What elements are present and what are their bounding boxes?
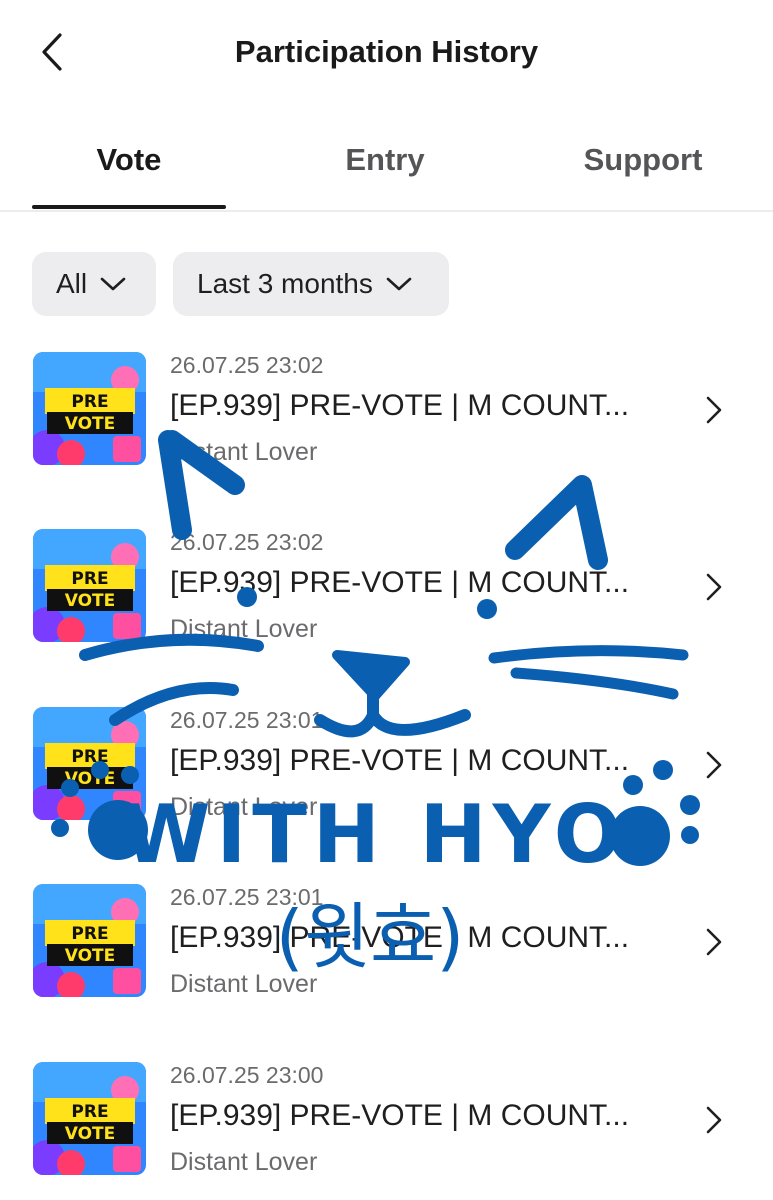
svg-text:VOTE: VOTE xyxy=(65,414,116,434)
item-subtitle: Distant Lover xyxy=(170,615,318,643)
chevron-right-icon xyxy=(700,749,728,781)
svg-text:PRE: PRE xyxy=(71,924,108,944)
chevron-right-icon xyxy=(700,571,728,603)
list-item[interactable]: PRE VOTE 26.07.25 23:02 [EP.939] PRE-VOT… xyxy=(0,507,773,657)
svg-text:VOTE: VOTE xyxy=(65,591,116,611)
list-item[interactable]: PRE VOTE 26.07.25 23:00 [EP.939] PRE-VOT… xyxy=(0,1040,773,1190)
chevron-down-icon xyxy=(385,275,413,293)
app-header: Participation History xyxy=(0,0,773,110)
active-tab-indicator xyxy=(32,205,226,209)
category-filter-label: All xyxy=(56,268,88,299)
chevron-down-icon xyxy=(99,275,127,293)
prevote-thumbnail: PRE VOTE xyxy=(33,1062,146,1175)
item-title: [EP.939] PRE-VOTE | M COUNT... xyxy=(170,744,630,777)
tab-entry[interactable]: Entry xyxy=(288,138,482,198)
list-item[interactable]: PRE VOTE 26.07.25 23:01 [EP.939] PRE-VOT… xyxy=(0,862,773,1012)
svg-text:PRE: PRE xyxy=(71,569,108,589)
item-date: 26.07.25 23:02 xyxy=(170,529,324,555)
svg-text:PRE: PRE xyxy=(71,1102,108,1122)
list-item[interactable]: PRE VOTE 26.07.25 23:02 [EP.939] PRE-VOT… xyxy=(0,330,773,480)
item-date: 26.07.25 23:01 xyxy=(170,884,324,910)
item-date: 26.07.25 23:02 xyxy=(170,352,324,378)
item-title: [EP.939] PRE-VOTE | M COUNT... xyxy=(170,389,630,422)
prevote-thumbnail: PRE VOTE xyxy=(33,707,146,820)
item-subtitle: Distant Lover xyxy=(170,1148,318,1176)
svg-text:VOTE: VOTE xyxy=(65,769,116,789)
item-date: 26.07.25 23:00 xyxy=(170,1062,324,1088)
item-title: [EP.939] PRE-VOTE | M COUNT... xyxy=(170,1099,630,1132)
chevron-right-icon xyxy=(700,1104,728,1136)
list-item[interactable]: PRE VOTE 26.07.25 23:01 [EP.939] PRE-VOT… xyxy=(0,685,773,835)
item-title: [EP.939] PRE-VOTE | M COUNT... xyxy=(170,921,630,954)
tab-support[interactable]: Support xyxy=(545,138,741,198)
item-subtitle: Distant Lover xyxy=(170,793,318,821)
period-filter-label: Last 3 months xyxy=(197,268,373,299)
chevron-right-icon xyxy=(700,926,728,958)
prevote-thumbnail: PRE VOTE xyxy=(33,352,146,465)
prevote-thumbnail: PRE VOTE xyxy=(33,529,146,642)
svg-text:VOTE: VOTE xyxy=(65,946,116,966)
period-filter-dropdown[interactable]: Last 3 months xyxy=(173,252,449,316)
tab-bar: Vote Entry Support xyxy=(0,128,773,212)
svg-text:VOTE: VOTE xyxy=(65,1124,116,1144)
prevote-thumbnail: PRE VOTE xyxy=(33,884,146,997)
item-title: [EP.939] PRE-VOTE | M COUNT... xyxy=(170,566,630,599)
item-subtitle: Distant Lover xyxy=(170,970,318,998)
item-date: 26.07.25 23:01 xyxy=(170,707,324,733)
item-subtitle: Distant Lover xyxy=(170,438,318,466)
tab-vote[interactable]: Vote xyxy=(32,138,226,198)
page-title: Participation History xyxy=(234,34,539,69)
svg-text:PRE: PRE xyxy=(71,747,108,767)
category-filter-dropdown[interactable]: All xyxy=(32,252,156,316)
chevron-right-icon xyxy=(700,394,728,426)
svg-text:PRE: PRE xyxy=(71,392,108,412)
